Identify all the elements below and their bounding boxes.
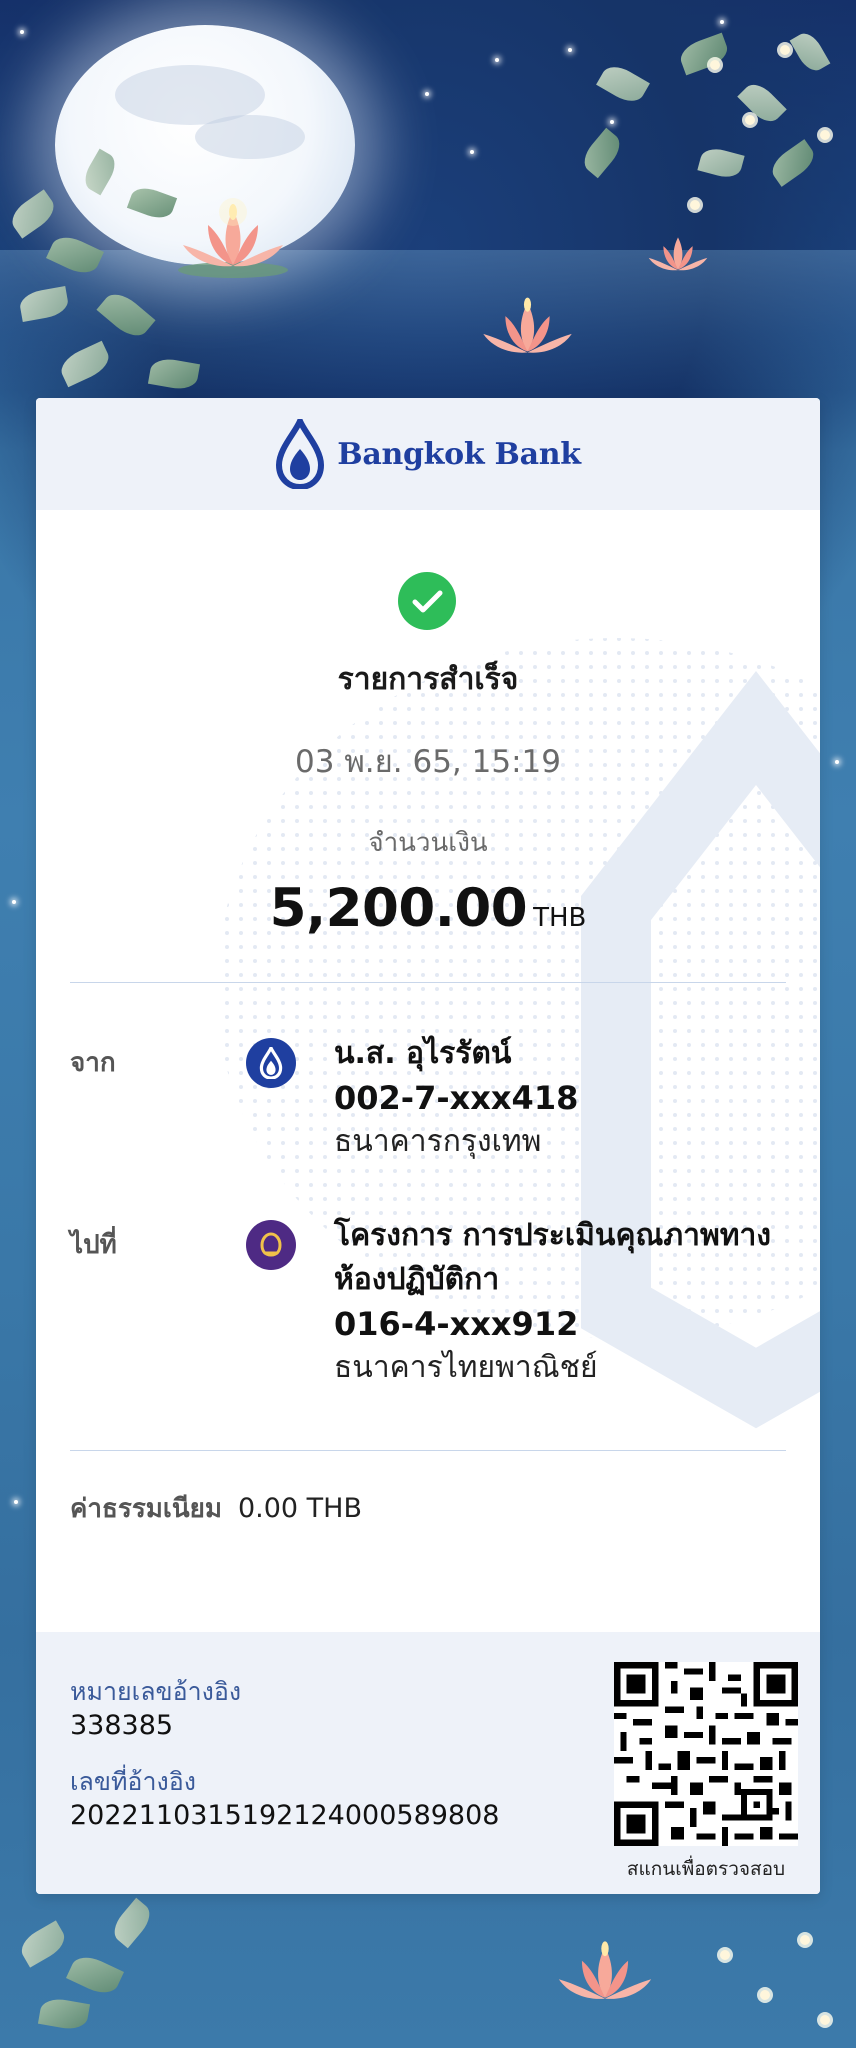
amount-value: 5,200.00	[269, 878, 528, 939]
to-account: 016-4-xxx912	[334, 1305, 579, 1343]
bangkok-bank-logo-icon	[276, 419, 325, 489]
fee-value: 0.00 THB	[237, 1493, 362, 1524]
status-text: รายการสำเร็จ	[337, 662, 519, 697]
flower	[820, 2015, 830, 2025]
scb-bank-icon	[246, 1220, 296, 1270]
leaf	[697, 145, 745, 181]
flower	[710, 60, 720, 70]
leaf	[16, 1920, 70, 1968]
star	[568, 48, 572, 52]
fee-label: ค่าธรรมเนียม	[70, 1494, 222, 1524]
flower	[745, 115, 755, 125]
bangkok-bank-icon	[246, 1038, 296, 1088]
star	[720, 20, 724, 24]
amount-currency: THB	[533, 903, 587, 933]
fee-row: ค่าธรรมเนียม 0.00 THB	[70, 1488, 362, 1529]
card-header: Bangkok Bank	[36, 398, 820, 510]
from-label: จาก	[70, 1048, 116, 1078]
transfer-receipt-card: Bangkok Bank รายการสำเร็จ 03 พ.ย. 65, 15…	[36, 398, 820, 1894]
to-party: โครงการ การประเมินคุณภาพทาง ห้องปฏิบัติก…	[334, 1214, 790, 1390]
from-bank: ธนาคารกรุงเทพ	[334, 1124, 542, 1159]
flower	[760, 1990, 770, 2000]
to-name-line1: โครงการ การประเมินคุณภาพทาง	[334, 1218, 772, 1253]
lotus-lantern-icon	[178, 198, 288, 278]
leaf	[37, 1996, 91, 2032]
to-bank: ธนาคารไทยพาณิชย์	[334, 1350, 598, 1385]
flower	[690, 200, 700, 210]
ref-number: 338385	[70, 1710, 174, 1741]
to-label: ไปที่	[70, 1230, 117, 1260]
moon-cloud	[195, 115, 305, 159]
amount: 5,200.00 THB	[36, 878, 820, 939]
from-name: น.ส. อุไรรัตน์	[334, 1036, 512, 1071]
check-circle-icon	[398, 572, 456, 630]
star	[495, 58, 499, 62]
star	[12, 900, 16, 904]
lotus-lantern-icon	[558, 1941, 652, 1999]
success-status	[398, 572, 456, 630]
flower	[780, 45, 790, 55]
bank-logo: Bangkok Bank	[275, 419, 581, 489]
leaf	[107, 1897, 157, 1949]
leaf	[596, 60, 650, 108]
from-account: 002-7-xxx418	[334, 1079, 579, 1117]
ref-id: 2022110315192124000589808	[70, 1800, 500, 1831]
flower	[820, 130, 830, 140]
flower	[720, 1950, 730, 1960]
transaction-datetime: 03 พ.ย. 65, 15:19	[295, 744, 561, 780]
leaf	[766, 139, 820, 187]
reference-footer: หมายเลขอ้างอิง 338385 เลขที่อ้างอิง 2022…	[36, 1632, 820, 1894]
ref-number-label: หมายเลขอ้างอิง	[70, 1677, 242, 1706]
amount-label: จำนวนเงิน	[368, 828, 488, 858]
star	[425, 92, 429, 96]
to-name-line2: ห้องปฏิบัติกา	[334, 1262, 500, 1297]
ref-id-label: เลขที่อ้างอิง	[70, 1767, 196, 1796]
leaf	[676, 32, 732, 76]
qr-caption: สแกนเพื่อตรวจสอบ	[626, 1858, 786, 1880]
leaf	[789, 28, 831, 76]
flower	[800, 1935, 810, 1945]
star	[610, 120, 614, 124]
star	[20, 30, 24, 34]
star	[14, 1500, 18, 1504]
lotus-lantern-icon	[483, 297, 572, 353]
lotus-lantern-icon	[648, 237, 708, 271]
divider	[70, 1450, 786, 1451]
star	[835, 760, 839, 764]
divider	[70, 982, 786, 983]
bank-name: Bangkok Bank	[337, 436, 581, 472]
star	[470, 150, 474, 154]
from-party: น.ส. อุไรรัตน์ 002-7-xxx418 ธนาคารกรุงเท…	[334, 1032, 790, 1164]
leaf	[66, 1950, 124, 2000]
leaf	[6, 189, 60, 239]
leaf	[577, 127, 627, 179]
verification-qr-code[interactable]	[614, 1662, 798, 1846]
